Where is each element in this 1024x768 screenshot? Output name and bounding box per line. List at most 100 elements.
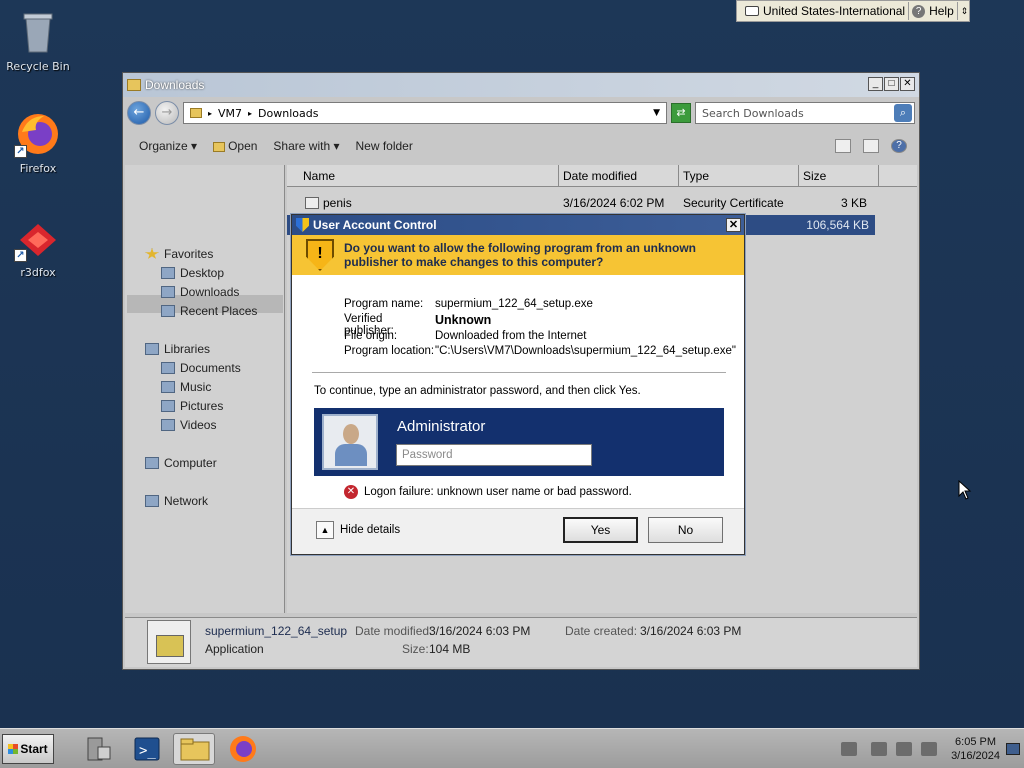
user-body-icon (335, 444, 367, 466)
share-with-button[interactable]: Share with ▾ (273, 139, 339, 153)
show-desktop-button[interactable] (1006, 743, 1020, 755)
uac-question: Do you want to allow the following progr… (344, 241, 696, 269)
error-icon: ✕ (344, 485, 358, 499)
address-row: ← → ▸ VM7 ▸ Downloads ▼ ⇄ Search Downloa… (127, 99, 915, 127)
network-icon[interactable] (896, 742, 912, 756)
chevron-down-icon[interactable]: ▼ (653, 108, 660, 118)
nav-computer[interactable]: Computer (145, 456, 217, 470)
breadcrumb-root[interactable]: VM7 (218, 107, 242, 120)
column-header-size[interactable]: Size (799, 165, 879, 187)
window-title: Downloads (145, 78, 205, 92)
refresh-button[interactable]: ⇄ (671, 103, 691, 123)
close-button[interactable]: ✕ (726, 218, 741, 232)
taskbar-explorer[interactable] (173, 733, 215, 765)
view-options-icon[interactable] (835, 139, 851, 153)
preview-pane-icon[interactable] (863, 139, 879, 153)
taskbar-server-manager[interactable] (78, 733, 120, 765)
taskbar-firefox[interactable] (222, 733, 264, 765)
application-icon (147, 620, 191, 664)
nav-pictures[interactable]: Pictures (161, 399, 223, 413)
minimize-button[interactable]: _ (868, 77, 883, 91)
details-created-value: 3/16/2024 6:03 PM (640, 624, 742, 638)
firefox-icon: ↗ (14, 110, 62, 158)
nav-desktop[interactable]: Desktop (161, 266, 224, 280)
nav-libraries[interactable]: Libraries (145, 342, 210, 356)
back-button[interactable]: ← (127, 101, 151, 125)
credential-tile: Administrator (314, 408, 724, 476)
uac-footer: ▲ Hide details Yes No (292, 508, 744, 554)
music-icon (161, 381, 175, 393)
search-icon[interactable]: ⌕ (894, 104, 912, 122)
file-type: Security Certificate (683, 196, 784, 210)
yes-button[interactable]: Yes (563, 517, 638, 543)
avatar (322, 414, 378, 470)
nav-network[interactable]: Network (145, 494, 208, 508)
file-size: 106,564 KB (806, 218, 869, 232)
column-header-type[interactable]: Type (679, 165, 799, 187)
file-name: penis (323, 196, 352, 210)
pictures-icon (161, 400, 175, 412)
column-header-spacer (879, 165, 917, 187)
hide-details-button[interactable]: ▲ Hide details (316, 521, 400, 539)
details-modified-label: Date modified: (355, 624, 433, 638)
search-input[interactable]: Search Downloads ⌕ (695, 102, 915, 124)
file-date: 3/16/2024 6:02 PM (563, 196, 665, 210)
uac-titlebar[interactable]: User Account Control ✕ (292, 215, 744, 235)
nav-recent-places[interactable]: Recent Places (161, 304, 257, 318)
start-button[interactable]: Start (2, 734, 54, 764)
new-folder-button[interactable]: New folder (355, 139, 412, 153)
desktop-icon-label: Firefox (19, 162, 57, 175)
nav-downloads[interactable]: Downloads (161, 285, 239, 299)
divider (956, 2, 958, 20)
keyboard-icon[interactable] (841, 742, 857, 756)
uac-dialog: User Account Control ✕ ! Do you want to … (291, 214, 745, 555)
forward-button[interactable]: → (155, 101, 179, 125)
action-center-flag-icon[interactable] (871, 742, 887, 756)
no-button[interactable]: No (648, 517, 723, 543)
organize-button[interactable]: Organize ▾ (139, 139, 197, 153)
volume-muted-icon[interactable] (921, 742, 937, 756)
folder-icon (190, 108, 202, 118)
origin-row: File origin: Downloaded from the Interne… (344, 330, 587, 342)
file-size: 3 KB (840, 196, 867, 210)
close-button[interactable]: ✕ (900, 77, 915, 91)
clock[interactable]: 6:05 PM 3/16/2024 (951, 735, 1000, 763)
nav-documents[interactable]: Documents (161, 361, 241, 375)
langbar-options-icon[interactable]: ⇕ (961, 6, 969, 17)
open-button[interactable]: Open (213, 139, 257, 153)
star-icon (145, 248, 159, 259)
recycle-bin-icon (14, 8, 62, 56)
shortcut-arrow-icon: ↗ (14, 249, 27, 262)
column-header-name[interactable]: Name (287, 165, 559, 187)
computer-icon (145, 457, 159, 469)
language-selector[interactable]: United States-International (763, 4, 905, 18)
recent-places-icon (161, 305, 175, 317)
uac-warning-banner: ! Do you want to allow the following pro… (292, 235, 744, 275)
details-file-kind: Application (205, 642, 264, 656)
breadcrumb-folder[interactable]: Downloads (258, 107, 318, 120)
r3dfox-icon: ↗ (14, 214, 62, 262)
nav-music[interactable]: Music (161, 380, 211, 394)
help-icon[interactable]: ? (891, 139, 907, 153)
svg-text:>_: >_ (139, 743, 156, 759)
column-headers: Name Date modified Type Size (287, 165, 917, 187)
maximize-button[interactable]: □ (884, 77, 899, 91)
taskbar-powershell[interactable]: >_ (126, 733, 168, 765)
logon-error: ✕ Logon failure: unknown user name or ba… (344, 485, 632, 499)
account-name: Administrator (397, 418, 486, 435)
help-button[interactable]: Help (929, 4, 954, 18)
address-bar[interactable]: ▸ VM7 ▸ Downloads ▼ (183, 102, 667, 124)
column-header-date[interactable]: Date modified (559, 165, 679, 187)
desktop-icon-r3dfox[interactable]: ↗ r3dfox (0, 214, 76, 279)
desktop-icon-recycle-bin[interactable]: Recycle Bin (0, 8, 76, 73)
firefox-icon (230, 736, 256, 762)
clock-date: 3/16/2024 (951, 750, 1000, 762)
table-row[interactable]: penis 3/16/2024 6:02 PM Security Certifi… (287, 193, 879, 213)
password-field[interactable] (396, 444, 592, 466)
chevron-right-icon: ▸ (248, 108, 253, 118)
nav-favorites[interactable]: Favorites (145, 247, 213, 261)
search-placeholder: Search Downloads (702, 106, 804, 120)
desktop-icon-firefox[interactable]: ↗ Firefox (0, 110, 76, 175)
nav-videos[interactable]: Videos (161, 418, 216, 432)
window-titlebar[interactable]: Downloads _ □ ✕ (123, 73, 919, 97)
